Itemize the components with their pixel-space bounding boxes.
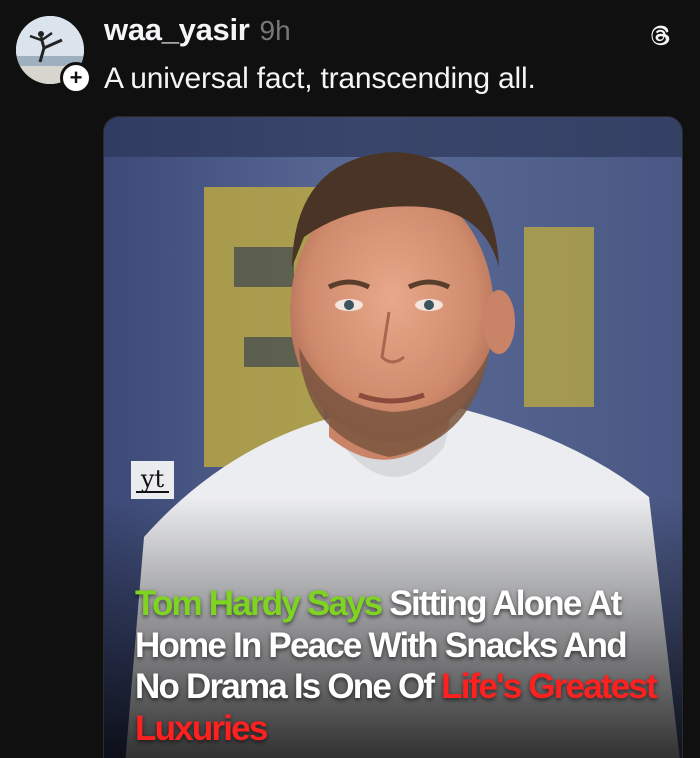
post-image[interactable]: yt Tom Hardy Says Sitting Alone At Home … [103,116,683,758]
yt-underline [136,491,169,493]
image-headline: Tom Hardy Says Sitting Alone At Home In … [135,583,675,749]
author-username[interactable]: waa_yasir [104,12,250,48]
thread-post: + waa_yasir 9h A universal fact, transce… [0,0,700,758]
yt-watermark-logo: yt [131,461,174,499]
headline-green-text: Tom Hardy Says [135,584,383,623]
post-timestamp: 9h [259,15,291,46]
follow-plus-button[interactable]: + [60,62,92,94]
post-caption: A universal fact, transcending all. [104,62,536,95]
avatar-container[interactable]: + [16,16,92,94]
post-header: waa_yasir 9h [104,12,291,52]
yt-watermark-text: yt [140,465,165,493]
threads-icon[interactable] [646,22,674,50]
